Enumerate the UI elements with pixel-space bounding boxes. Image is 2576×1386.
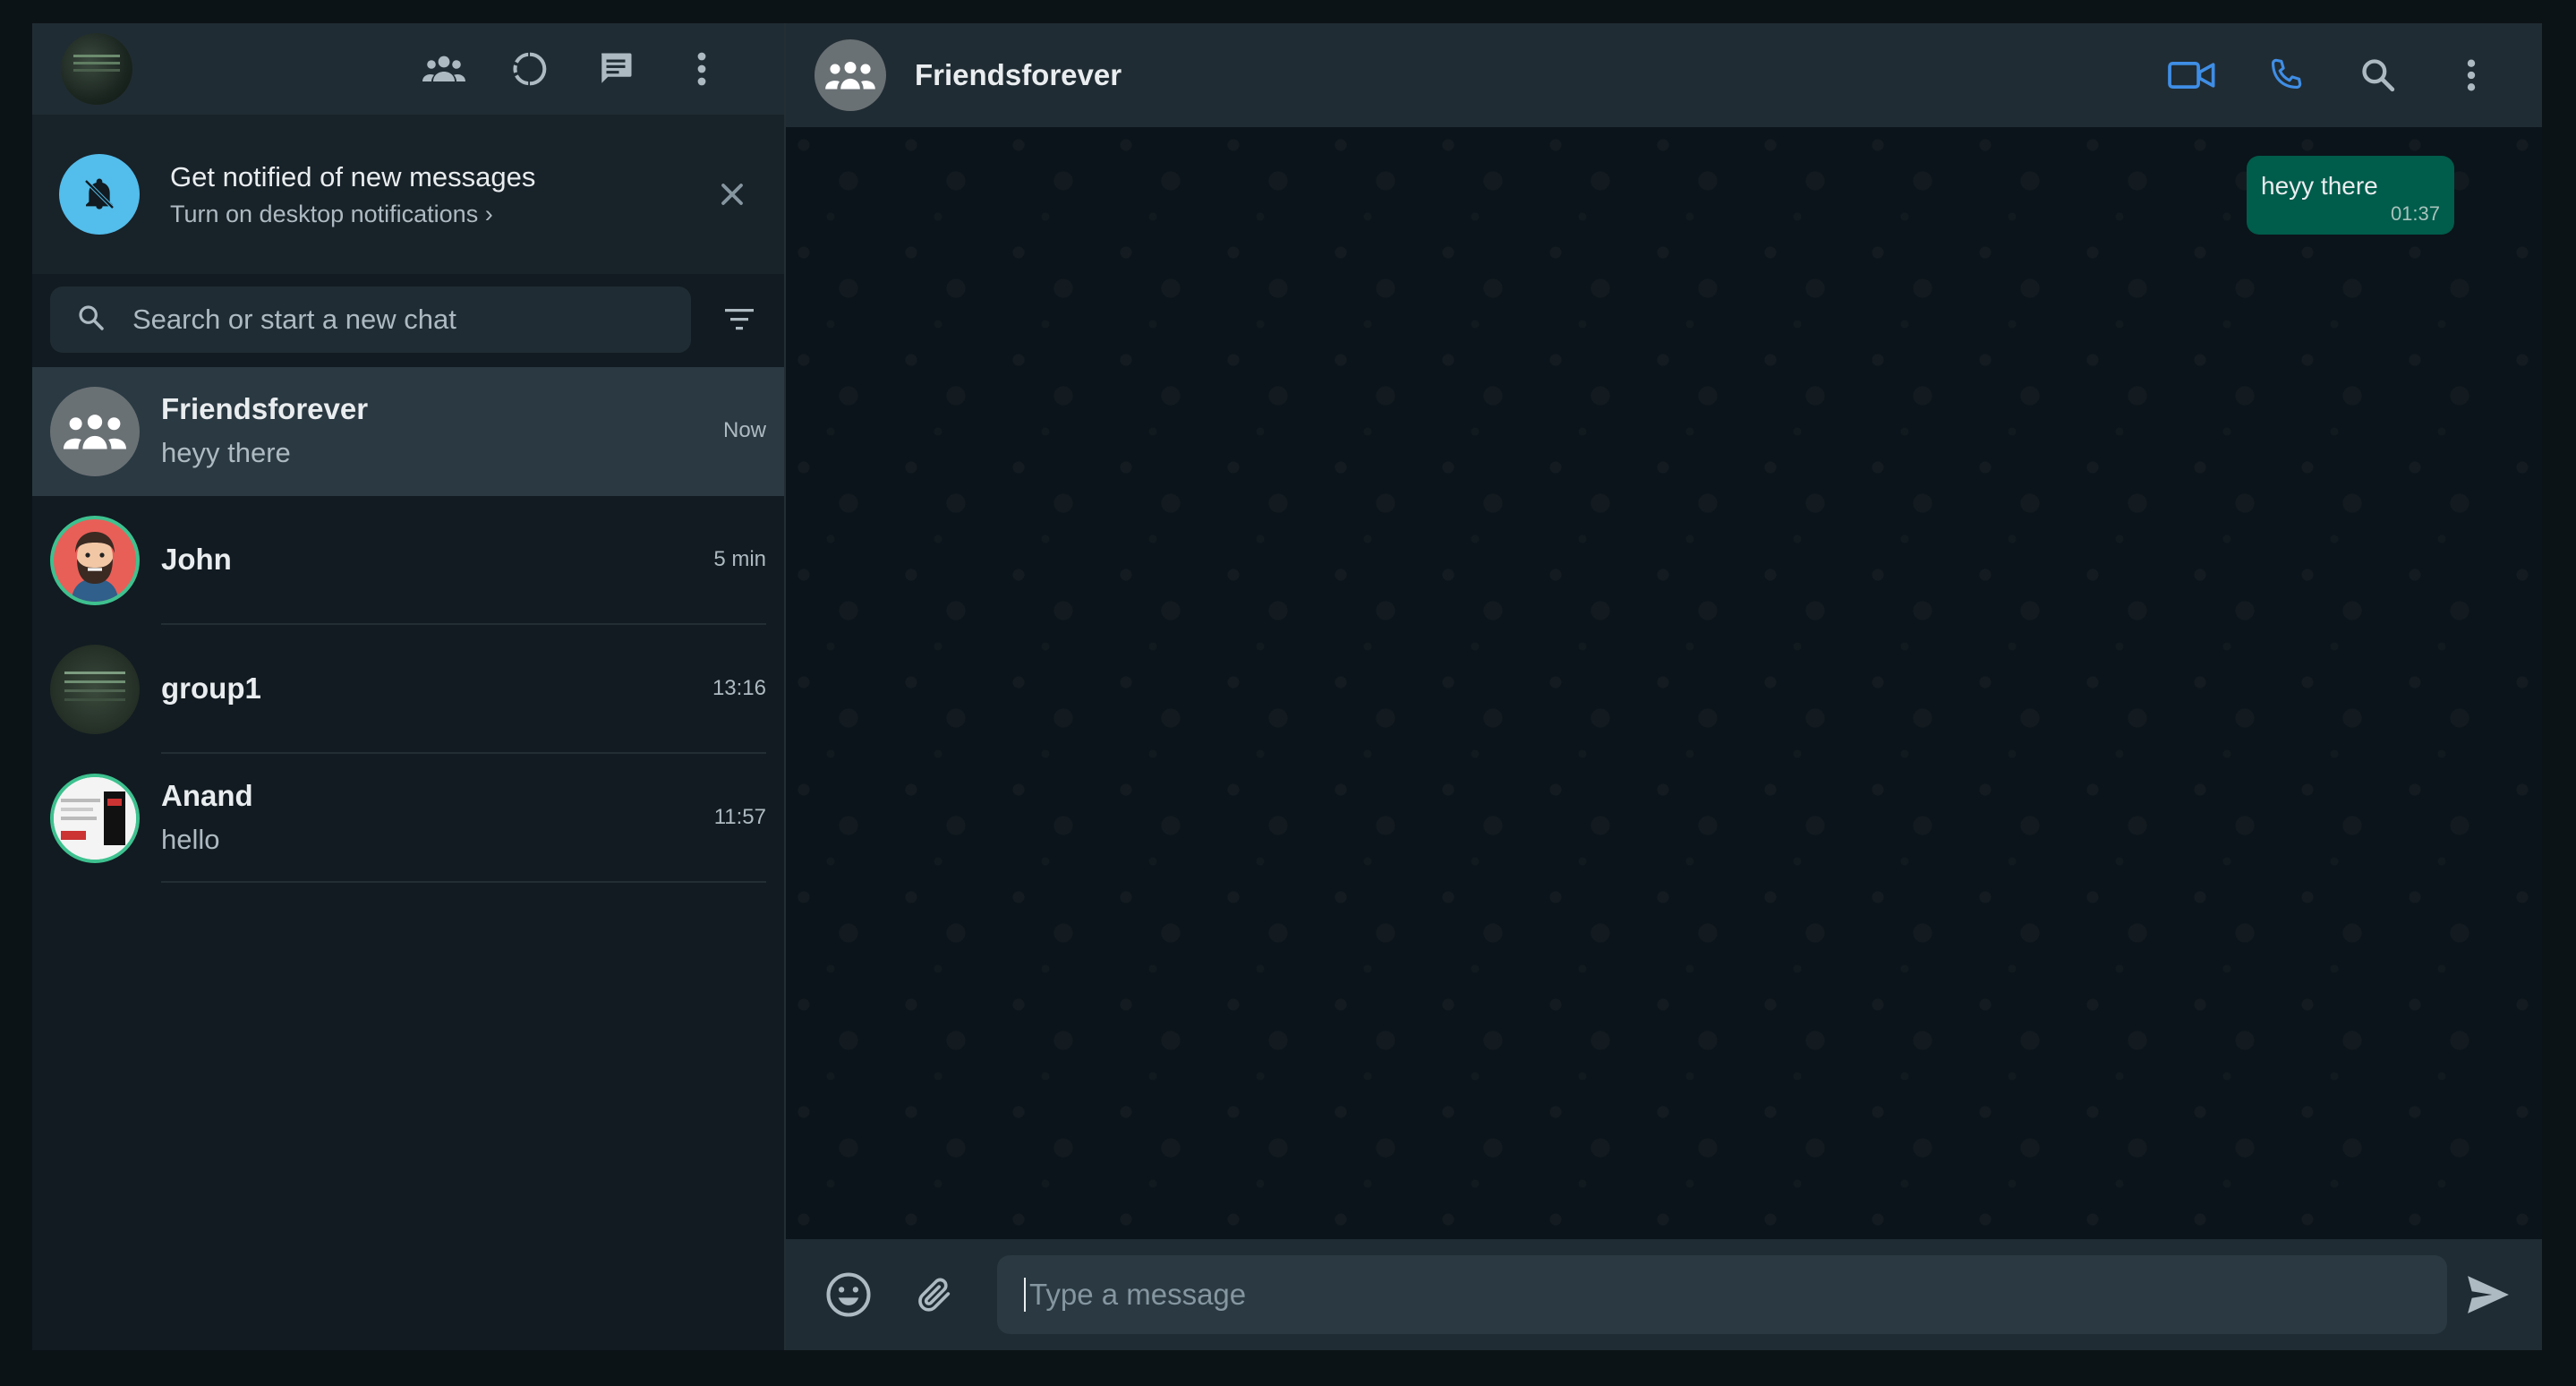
group-avatar	[50, 387, 140, 476]
new-chat-icon[interactable]	[594, 47, 637, 90]
conversation-title[interactable]: Friendsforever	[915, 58, 1122, 92]
chat-item-friendsforever[interactable]: Friendsforever heyy there Now	[32, 367, 784, 496]
message-text: heyy there	[2261, 172, 2378, 200]
status-icon[interactable]	[508, 47, 551, 90]
conversation-header[interactable]: Friendsforever	[786, 23, 2542, 127]
voice-call-icon[interactable]	[2261, 51, 2309, 99]
message-time: 01:37	[2390, 202, 2440, 225]
group1-avatar	[50, 645, 140, 734]
chat-time: 5 min	[713, 547, 766, 571]
composer	[786, 1239, 2542, 1350]
sidebar: Get notified of new messages Turn on des…	[32, 23, 786, 1350]
john-avatar	[50, 516, 140, 605]
chat-list: Friendsforever heyy there Now John 5 min…	[32, 367, 784, 883]
menu-icon[interactable]	[2447, 51, 2495, 99]
chat-item-john[interactable]: John 5 min	[32, 496, 784, 625]
search-box[interactable]	[50, 287, 691, 353]
chat-name: group1	[161, 672, 261, 705]
sidebar-header	[32, 23, 784, 115]
chat-time: 13:16	[712, 676, 766, 700]
profile-avatar[interactable]	[61, 33, 132, 105]
notification-title: Get notified of new messages	[170, 160, 536, 192]
menu-icon[interactable]	[680, 47, 723, 90]
chat-item-group1[interactable]: group1 13:16	[32, 625, 784, 754]
chat-name: Anand	[161, 779, 253, 812]
chat-item-anand[interactable]: Anand hello 11:57	[32, 754, 784, 883]
video-call-icon[interactable]	[2168, 51, 2216, 99]
whatsapp-app: Get notified of new messages Turn on des…	[32, 23, 2542, 1350]
notification-banner: Get notified of new messages Turn on des…	[32, 115, 784, 274]
group-avatar[interactable]	[815, 39, 886, 111]
communities-icon[interactable]	[422, 47, 465, 90]
chat-time: 11:57	[713, 805, 766, 829]
emoji-icon[interactable]	[822, 1268, 875, 1322]
close-icon[interactable]	[711, 173, 754, 216]
message-input[interactable]	[1024, 1278, 2447, 1312]
message-box[interactable]	[997, 1255, 2447, 1334]
anand-avatar	[50, 774, 140, 863]
attach-icon[interactable]	[908, 1268, 961, 1322]
chat-time: Now	[722, 418, 766, 442]
chat-preview: heyy there	[161, 437, 291, 468]
chat-name: John	[161, 543, 232, 576]
send-icon[interactable]	[2461, 1268, 2515, 1322]
filter-icon[interactable]	[720, 300, 759, 339]
chat-preview: hello	[161, 824, 220, 855]
search-input[interactable]	[132, 304, 670, 336]
enable-notifications-link[interactable]: Turn on desktop notifications ›	[170, 201, 711, 228]
message-bubble-outgoing[interactable]: heyy there 01:37	[2247, 156, 2454, 235]
search-icon[interactable]	[2354, 51, 2402, 99]
chat-name: Friendsforever	[161, 392, 369, 425]
search-row	[32, 274, 784, 367]
bell-off-icon	[59, 154, 140, 235]
conversation-pane: Friendsforever heyy there 01:37	[786, 23, 2542, 1350]
message-area: heyy there 01:37	[786, 127, 2542, 1239]
search-icon	[77, 304, 106, 337]
